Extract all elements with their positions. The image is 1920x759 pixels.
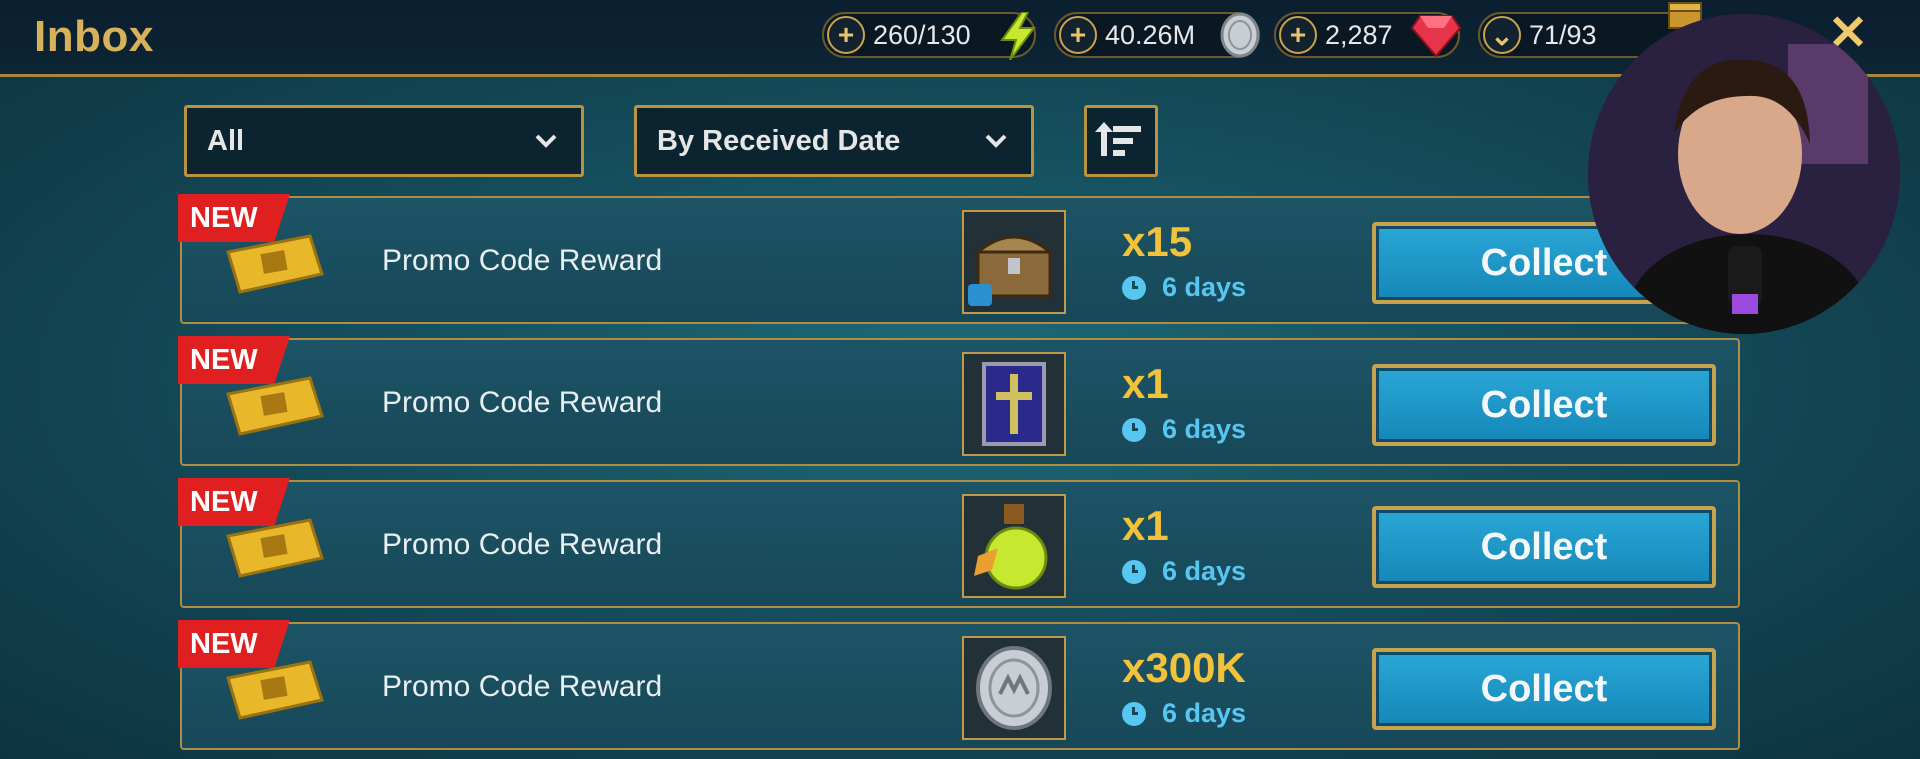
chevron-down-icon bbox=[985, 134, 1007, 148]
reward-label: Promo Code Reward bbox=[382, 386, 663, 419]
sort-order-button[interactable] bbox=[1084, 105, 1158, 177]
sort-dropdown[interactable]: By Received Date bbox=[634, 105, 1034, 177]
chest-icon bbox=[968, 235, 1055, 306]
collect-button[interactable]: Collect bbox=[1372, 648, 1716, 730]
chevron-down-icon bbox=[535, 134, 557, 148]
clock-icon bbox=[1122, 701, 1146, 726]
silver-coin-icon bbox=[976, 646, 1052, 730]
inbox-row: NEW Promo Code Reward x300K 6 days Colle… bbox=[178, 620, 1740, 750]
lightning-icon bbox=[1000, 12, 1036, 60]
expiry-text: 6 days bbox=[1162, 272, 1247, 302]
reward-quantity: x15 bbox=[1122, 218, 1193, 265]
gems-value: 2,287 bbox=[1325, 19, 1393, 50]
expiry-text: 6 days bbox=[1162, 414, 1247, 444]
ticket-icon bbox=[226, 518, 324, 578]
sort-value: By Received Date bbox=[657, 124, 901, 157]
ticket-icon bbox=[226, 376, 324, 436]
silver-coin-icon bbox=[1220, 12, 1260, 58]
expiry-timer: 6 days bbox=[1122, 556, 1246, 587]
energy-value: 260/130 bbox=[873, 19, 971, 50]
reward-item-slot[interactable] bbox=[962, 210, 1066, 314]
inbox-row: NEW Promo Code Reward x15 6 days Collect bbox=[178, 194, 1740, 324]
clock-icon bbox=[1122, 275, 1146, 300]
reward-label: Promo Code Reward bbox=[382, 670, 663, 703]
ticket-icon bbox=[226, 234, 324, 294]
reward-label: Promo Code Reward bbox=[382, 244, 663, 277]
reward-label: Promo Code Reward bbox=[382, 528, 663, 561]
expiry-timer: 6 days bbox=[1122, 698, 1246, 729]
ticket-icon bbox=[226, 660, 324, 720]
page-title: Inbox bbox=[34, 12, 154, 61]
reward-item-slot[interactable] bbox=[962, 636, 1066, 740]
silver-value: 40.26M bbox=[1105, 19, 1196, 50]
streamer-photo bbox=[1588, 14, 1900, 334]
clock-icon bbox=[1122, 559, 1146, 584]
gems-resource: + 2,287 bbox=[1274, 12, 1462, 58]
expiry-timer: 6 days bbox=[1122, 272, 1246, 303]
category-dropdown[interactable]: All bbox=[184, 105, 584, 177]
reward-quantity: x1 bbox=[1122, 502, 1169, 549]
inbox-row: NEW Promo Code Reward x1 6 days Collect bbox=[178, 336, 1740, 466]
expand-keys-button[interactable]: ⌄ bbox=[1483, 16, 1521, 54]
tome-icon bbox=[982, 362, 1046, 446]
collect-button[interactable]: Collect bbox=[1372, 364, 1716, 446]
potion-icon bbox=[974, 504, 1048, 590]
category-value: All bbox=[207, 124, 245, 157]
inbox-row: NEW Promo Code Reward x1 6 days Collect bbox=[178, 478, 1740, 608]
collect-button[interactable]: Collect bbox=[1372, 506, 1716, 588]
clock-icon bbox=[1122, 417, 1146, 442]
expiry-text: 6 days bbox=[1162, 698, 1247, 728]
reward-quantity: x1 bbox=[1122, 360, 1169, 407]
expiry-text: 6 days bbox=[1162, 556, 1247, 586]
expiry-timer: 6 days bbox=[1122, 414, 1246, 445]
sort-order-icon bbox=[1095, 122, 1141, 156]
reward-item-slot[interactable] bbox=[962, 352, 1066, 456]
webcam-overlay bbox=[1588, 14, 1900, 334]
keys-value: 71/93 bbox=[1529, 19, 1597, 50]
ruby-icon bbox=[1410, 15, 1462, 58]
add-gems-button[interactable]: + bbox=[1279, 16, 1317, 54]
reward-item-slot[interactable] bbox=[962, 494, 1066, 598]
add-energy-button[interactable]: + bbox=[827, 16, 865, 54]
add-silver-button[interactable]: + bbox=[1059, 16, 1097, 54]
energy-resource: + 260/130 bbox=[822, 12, 1036, 60]
silver-resource: + 40.26M bbox=[1054, 12, 1260, 58]
reward-quantity: x300K bbox=[1122, 644, 1246, 691]
